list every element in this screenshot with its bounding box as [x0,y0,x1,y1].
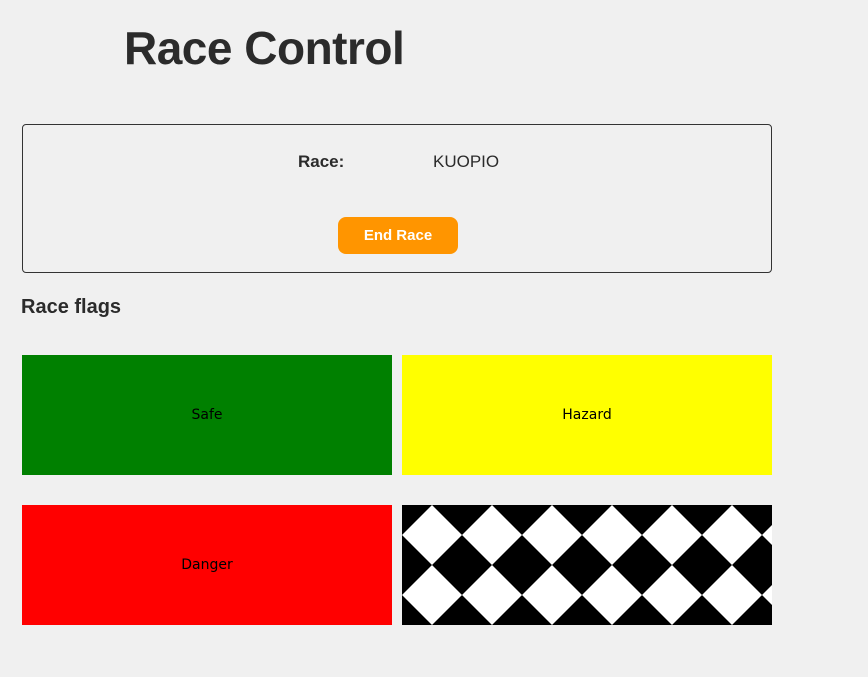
end-race-button[interactable]: End Race [338,217,458,254]
flag-safe-label: Safe [191,407,223,423]
flag-finish-checkered[interactable] [402,505,772,625]
flag-safe[interactable]: Safe [22,355,392,475]
flag-hazard-label: Hazard [562,407,612,423]
flag-danger[interactable]: Danger [22,505,392,625]
race-flags-heading: Race flags [21,296,122,318]
race-control-page: Race Control Race: KUOPIO End Race Race … [0,0,868,677]
race-panel: Race: KUOPIO End Race [22,124,772,273]
flag-hazard[interactable]: Hazard [402,355,772,475]
flag-danger-label: Danger [181,557,233,573]
page-title: Race Control [124,22,405,74]
checkered-flag-icon [402,505,772,625]
race-name: KUOPIO [433,152,500,171]
race-label: Race: [298,152,345,171]
